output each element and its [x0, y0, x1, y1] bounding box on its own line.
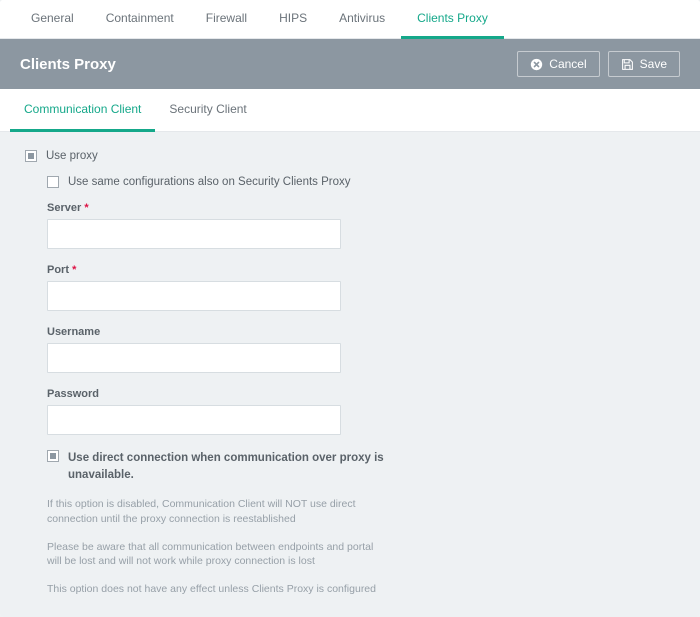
tab-containment[interactable]: Containment — [90, 0, 190, 39]
cancel-label: Cancel — [549, 57, 586, 71]
panel-title: Clients Proxy — [20, 56, 116, 73]
tab-hips[interactable]: HIPS — [263, 0, 323, 39]
port-label-text: Port — [47, 264, 69, 276]
required-marker: * — [72, 264, 76, 276]
direct-connection-label: Use direct connection when communication… — [68, 450, 398, 483]
direct-connection-row: Use direct connection when communication… — [47, 450, 675, 483]
sub-tab-communication-client[interactable]: Communication Client — [10, 89, 155, 132]
tab-antivirus[interactable]: Antivirus — [323, 0, 401, 39]
panel-actions: Cancel Save — [517, 51, 680, 77]
use-same-config-row: Use same configurations also on Security… — [47, 176, 675, 188]
port-field: Port * — [47, 264, 675, 311]
username-label: Username — [47, 326, 675, 338]
port-label: Port * — [47, 264, 675, 276]
save-button[interactable]: Save — [608, 51, 680, 77]
username-input[interactable] — [47, 343, 341, 373]
sub-tab-security-client[interactable]: Security Client — [155, 89, 260, 132]
note-connection-lost: Please be aware that all communication b… — [47, 540, 387, 569]
main-tab-bar: General Containment Firewall HIPS Antivi… — [0, 0, 700, 39]
form-body: Use proxy Use same configurations also o… — [10, 132, 690, 597]
server-field: Server * — [47, 202, 675, 249]
use-same-config-checkbox[interactable] — [47, 176, 59, 188]
use-proxy-row: Use proxy — [25, 150, 675, 162]
note-no-effect: This option does not have any effect unl… — [47, 582, 387, 597]
port-input[interactable] — [47, 281, 341, 311]
cancel-button[interactable]: Cancel — [517, 51, 599, 77]
save-icon — [621, 58, 634, 71]
note-disabled: If this option is disabled, Communicatio… — [47, 497, 387, 526]
use-proxy-checkbox[interactable] — [25, 150, 37, 162]
server-label: Server * — [47, 202, 675, 214]
tab-firewall[interactable]: Firewall — [190, 0, 263, 39]
username-field: Username — [47, 326, 675, 373]
password-field: Password — [47, 388, 675, 435]
panel-header: Clients Proxy Cancel Save — [0, 39, 700, 89]
use-proxy-label: Use proxy — [46, 150, 98, 162]
password-label: Password — [47, 388, 675, 400]
sub-tab-bar: Communication Client Security Client — [0, 89, 700, 132]
panel-body: Use proxy Use same configurations also o… — [0, 132, 700, 617]
required-marker: * — [84, 202, 88, 214]
use-same-config-label: Use same configurations also on Security… — [68, 176, 351, 188]
save-label: Save — [640, 57, 667, 71]
server-label-text: Server — [47, 202, 81, 214]
cancel-icon — [530, 58, 543, 71]
server-input[interactable] — [47, 219, 341, 249]
password-input[interactable] — [47, 405, 341, 435]
tab-clients-proxy[interactable]: Clients Proxy — [401, 0, 504, 39]
tab-general[interactable]: General — [15, 0, 90, 39]
direct-connection-checkbox[interactable] — [47, 450, 59, 462]
